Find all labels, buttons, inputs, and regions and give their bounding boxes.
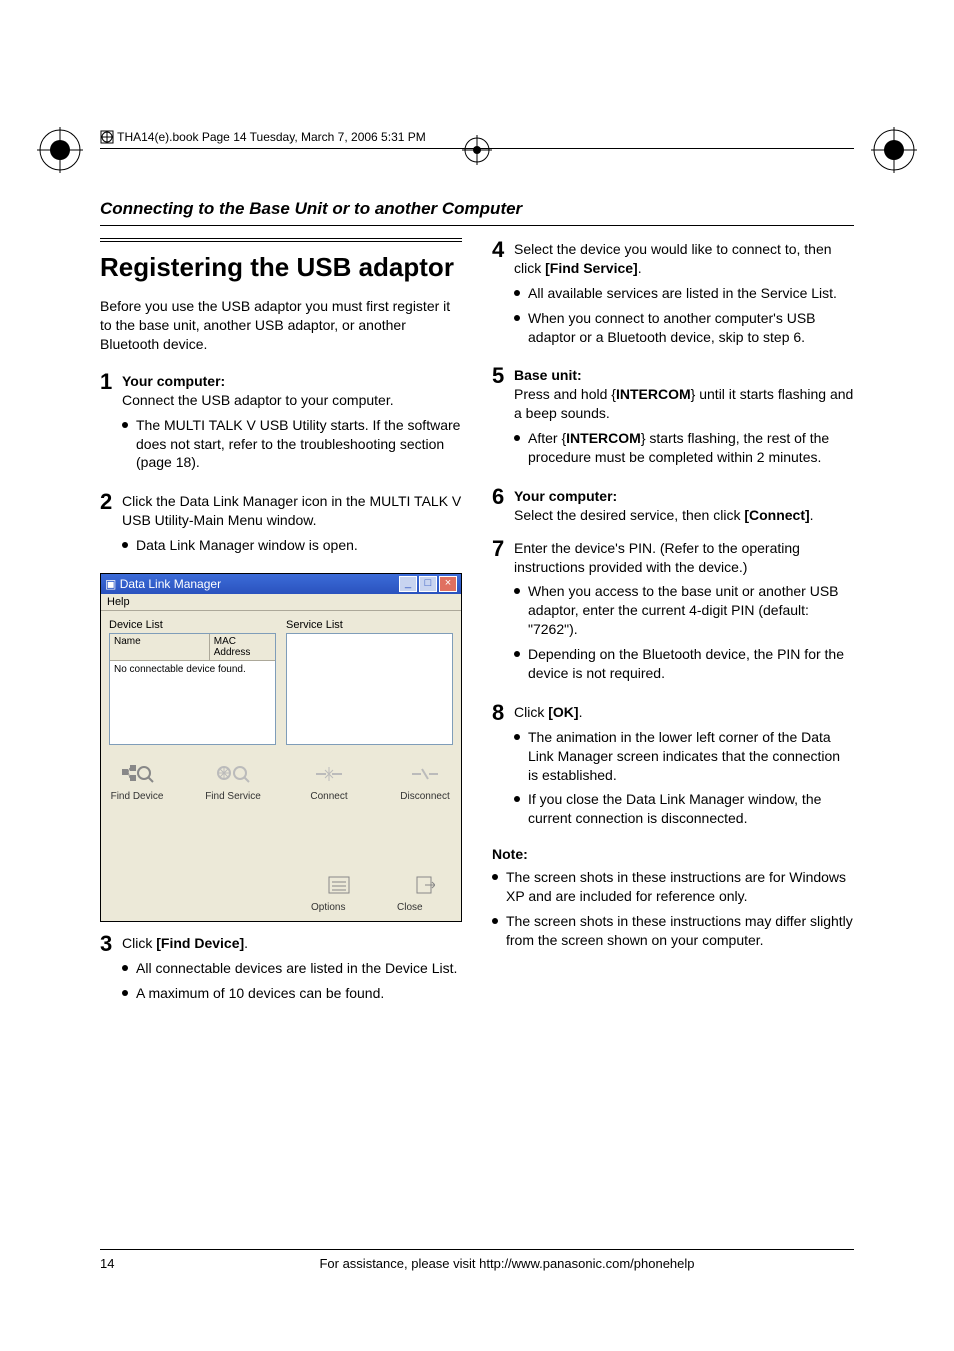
data-link-manager-window: ▣ Data Link Manager _ □ × Help Device Li… bbox=[100, 573, 462, 922]
step-7: 7 Enter the device's PIN. (Refer to the … bbox=[492, 537, 854, 689]
note-list: The screen shots in these instructions a… bbox=[492, 868, 854, 950]
intro-paragraph: Before you use the USB adaptor you must … bbox=[100, 297, 462, 354]
step-6: 6 Your computer:Select the desired servi… bbox=[492, 485, 854, 525]
maximize-button[interactable]: □ bbox=[419, 576, 437, 592]
step-5: 5 Base unit:Press and hold INTERCOM unti… bbox=[492, 364, 854, 472]
connect-button[interactable]: Connect bbox=[301, 761, 357, 802]
step-4: 4 Select the device you would like to co… bbox=[492, 238, 854, 352]
service-list-label: Service List bbox=[286, 619, 453, 631]
page-title: Registering the USB adaptor bbox=[100, 238, 462, 283]
step-8: 8 Click [OK]. The animation in the lower… bbox=[492, 701, 854, 834]
registration-mark-icon bbox=[864, 120, 924, 180]
find-device-button[interactable]: Find Device bbox=[109, 761, 165, 802]
close-app-button[interactable]: Close bbox=[397, 872, 453, 913]
menu-help[interactable]: Help bbox=[107, 596, 130, 608]
step-2: 2 Click the Data Link Manager icon in th… bbox=[100, 490, 462, 561]
device-list[interactable]: NameMAC Address No connectable device fo… bbox=[109, 633, 276, 745]
animation-area bbox=[109, 802, 453, 872]
find-service-button[interactable]: Find Service bbox=[205, 761, 261, 802]
disconnect-button[interactable]: Disconnect bbox=[397, 761, 453, 802]
options-button[interactable]: Options bbox=[311, 872, 367, 913]
app-icon: ▣ bbox=[105, 577, 116, 591]
device-list-label: Device List bbox=[109, 619, 276, 631]
close-button[interactable]: × bbox=[439, 576, 457, 592]
step-3: 3 Click [Find Device]. All connectable d… bbox=[100, 932, 462, 1009]
page-number: 14 bbox=[100, 1256, 160, 1271]
minimize-button[interactable]: _ bbox=[399, 576, 417, 592]
service-list[interactable] bbox=[286, 633, 453, 745]
window-title: Data Link Manager bbox=[120, 577, 221, 591]
print-header: THA14(e).book Page 14 Tuesday, March 7, … bbox=[100, 130, 854, 149]
section-header: Connecting to the Base Unit or to anothe… bbox=[100, 199, 854, 226]
footer-text: For assistance, please visit http://www.… bbox=[160, 1256, 854, 1271]
step-1: 1 Your computer:Connect the USB adaptor … bbox=[100, 370, 462, 478]
note-heading: Note: bbox=[492, 846, 854, 862]
registration-mark-icon bbox=[30, 120, 90, 180]
page-footer: 14 For assistance, please visit http://w… bbox=[100, 1249, 854, 1271]
